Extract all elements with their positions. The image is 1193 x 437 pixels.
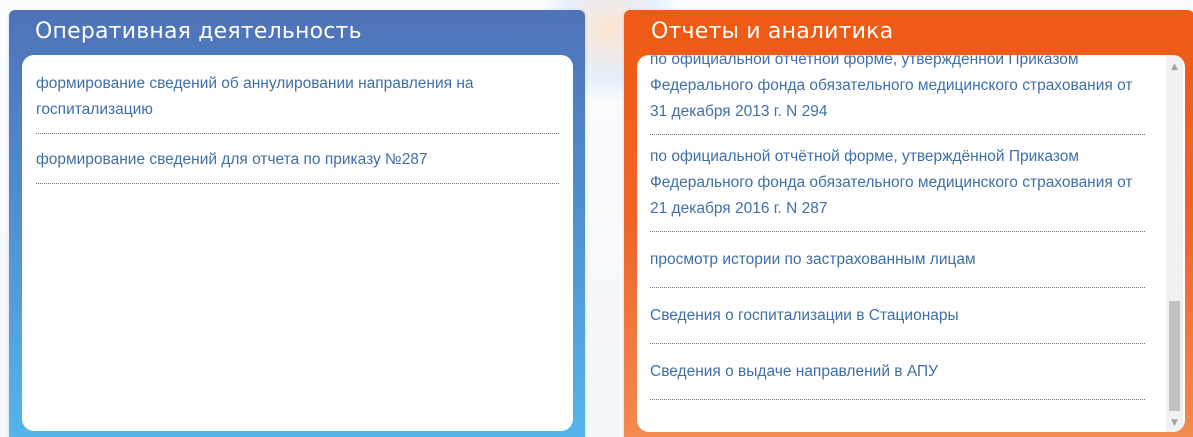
reports-analytics-content: по официальной отчетной форме, утвержден… xyxy=(637,55,1185,432)
scroll-down-icon[interactable]: ▼ xyxy=(1166,415,1183,432)
reports-analytics-panel: Отчеты и аналитика по официальной отчетн… xyxy=(624,10,1193,437)
scroll-thumb[interactable] xyxy=(1169,301,1180,411)
operational-activity-panel: Оперативная деятельность формирование св… xyxy=(9,10,585,437)
report-link-form-287[interactable]: по официальной отчётной форме, утверждён… xyxy=(650,135,1145,232)
reports-scrollbar[interactable]: ▲ ▼ xyxy=(1166,55,1183,432)
operational-link-cancel-referral[interactable]: формирование сведений об аннулировании н… xyxy=(36,55,559,134)
operational-link-report-287[interactable]: формирование сведений для отчета по прик… xyxy=(36,134,559,184)
operational-activity-content: формирование сведений об аннулировании н… xyxy=(22,55,573,431)
report-link-hospitalization[interactable]: Сведения о госпитализации в Стационары xyxy=(650,288,1145,344)
reports-analytics-title: Отчеты и аналитика xyxy=(651,19,894,44)
scroll-up-icon[interactable]: ▲ xyxy=(1166,59,1183,76)
operational-activity-title: Оперативная деятельность xyxy=(35,19,362,44)
operational-activity-list: формирование сведений об аннулировании н… xyxy=(36,55,559,184)
reports-analytics-list: по официальной отчетной форме, утвержден… xyxy=(650,55,1145,400)
report-link-form-294[interactable]: по официальной отчетной форме, утвержден… xyxy=(650,55,1145,135)
report-link-insured-history[interactable]: просмотр истории по застрахованным лицам xyxy=(650,232,1145,288)
report-link-referrals-apu[interactable]: Сведения о выдаче направлений в АПУ xyxy=(650,344,1145,400)
